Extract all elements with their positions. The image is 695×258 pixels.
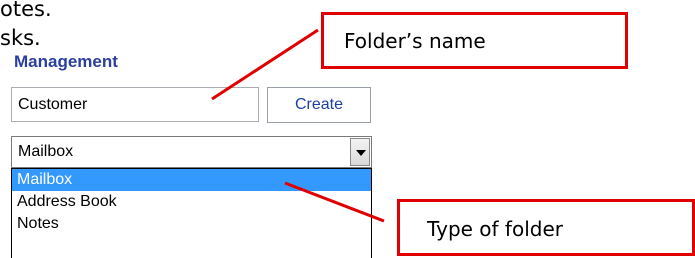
- folder-name-callout: Folder’s name: [321, 12, 628, 69]
- folder-type-pointer-line: [284, 181, 385, 223]
- folder-type-callout-text: Type of folder: [427, 217, 563, 241]
- folder-name-callout-text: Folder’s name: [344, 29, 486, 53]
- folder-type-callout: Type of folder: [397, 199, 695, 256]
- folder-name-pointer-line: [211, 28, 319, 101]
